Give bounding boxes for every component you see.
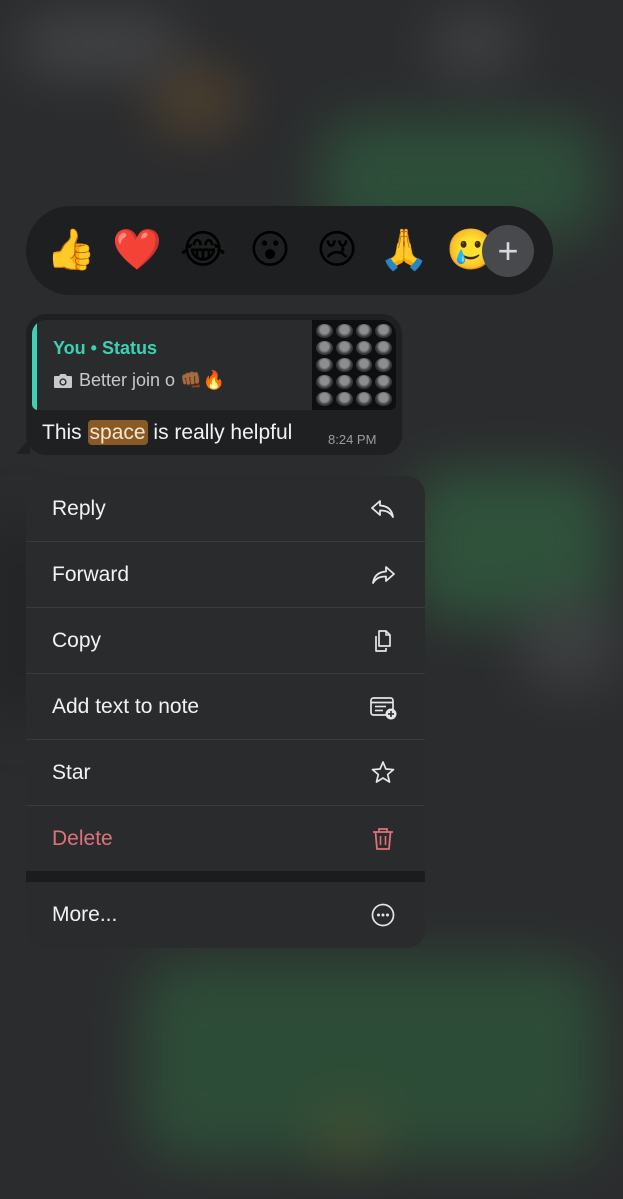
menu-item-delete[interactable]: Delete: [26, 806, 425, 872]
bubble-tail: [16, 438, 30, 454]
menu-item-forward[interactable]: Forward: [26, 542, 425, 608]
reaction-laughing[interactable]: 😂: [178, 226, 228, 274]
reaction-crying[interactable]: 😢: [312, 226, 362, 274]
message-timestamp: 8:24 PM: [328, 432, 377, 447]
reply-icon: [369, 495, 397, 523]
menu-item-label: Forward: [52, 562, 130, 586]
camera-icon: [54, 373, 72, 388]
plus-icon: +: [497, 230, 519, 271]
menu-item-star[interactable]: Star: [26, 740, 425, 806]
menu-item-label: Star: [52, 760, 91, 784]
reaction-pray[interactable]: 🙏: [379, 226, 429, 274]
menu-item-label: Add text to note: [52, 694, 200, 718]
menu-item-label: More...: [52, 903, 118, 926]
menu-item-label: Delete: [52, 827, 113, 850]
menu-item-label: Copy: [52, 628, 102, 652]
menu-item-reply[interactable]: Reply: [26, 476, 425, 542]
menu-item-more[interactable]: More...: [26, 882, 425, 948]
menu-separator: [26, 871, 425, 882]
menu-item-copy[interactable]: Copy: [26, 608, 425, 674]
menu-item-add-text-to-note[interactable]: Add text to note: [26, 674, 425, 740]
trash-icon: [369, 825, 397, 853]
quote-text: Better join o 👊🏾🔥: [79, 370, 225, 390]
quote-title: You • Status: [53, 338, 157, 358]
reaction-thumbs-up[interactable]: 👍: [46, 226, 96, 274]
status-thumbnail: [312, 320, 396, 410]
status-reply-quote[interactable]: You • Status Better join o 👊🏾🔥: [32, 320, 396, 410]
add-note-icon: [369, 693, 397, 721]
reaction-bar: 👍 ❤️ 😂 😮 😢 🙏 🥲: [26, 206, 553, 295]
forward-icon: [369, 561, 397, 589]
reaction-surprised[interactable]: 😮: [245, 226, 295, 274]
quote-preview: Better join o 👊🏾🔥: [53, 370, 225, 391]
message-text: This space is really helpful: [42, 420, 293, 445]
context-menu: Reply Forward Copy Add text to note Star…: [26, 476, 425, 948]
copy-icon: [369, 627, 397, 655]
reaction-heart[interactable]: ❤️: [112, 226, 162, 274]
quote-accent-bar: [32, 320, 37, 410]
more-icon: [369, 901, 397, 929]
star-icon: [369, 759, 397, 787]
highlighted-word: space: [87, 420, 148, 445]
menu-item-label: Reply: [52, 496, 106, 520]
add-reaction-button[interactable]: +: [482, 225, 534, 277]
